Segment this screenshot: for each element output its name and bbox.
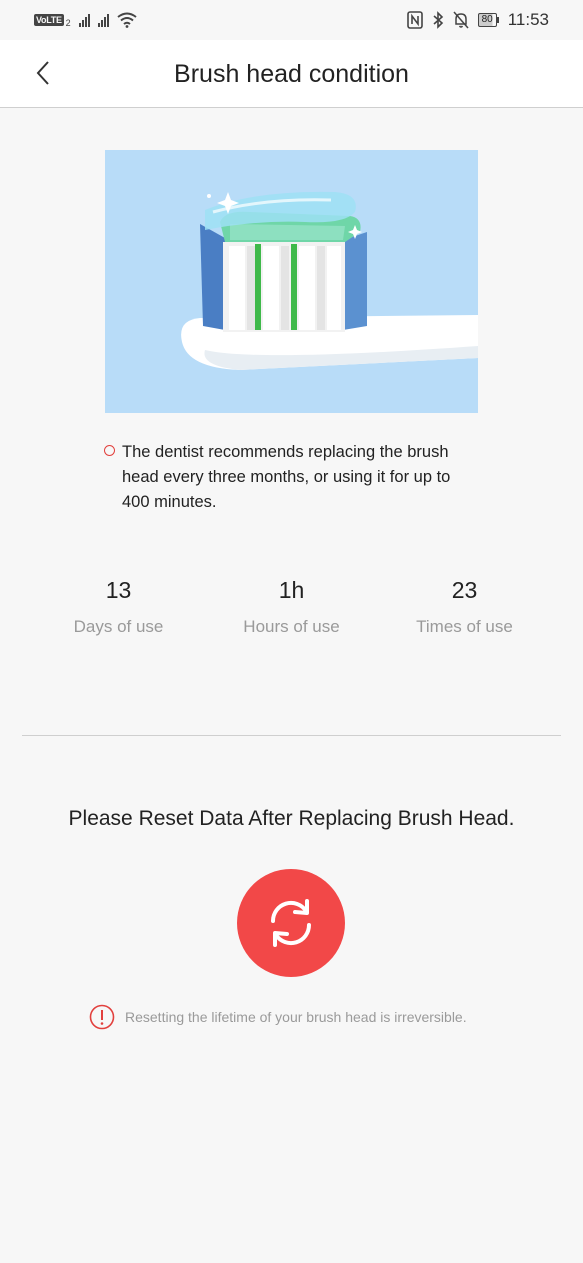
bluetooth-icon: [433, 11, 443, 29]
status-bar: VoLTE 2 80 11:53: [0, 0, 583, 40]
warning-text: Resetting the lifetime of your brush hea…: [125, 1009, 467, 1025]
reset-button[interactable]: [237, 869, 345, 977]
stat-days-label: Days of use: [73, 617, 164, 636]
reset-instruction: Please Reset Data After Replacing Brush …: [68, 807, 515, 830]
wifi-icon: [117, 12, 137, 28]
header: Brush head condition: [0, 40, 583, 108]
status-right: 80 11:53: [406, 8, 549, 32]
reset-warning: Resetting the lifetime of your brush hea…: [89, 1004, 467, 1030]
stat-days-value: 13: [105, 577, 132, 603]
refresh-icon: [270, 899, 312, 947]
page-title: Brush head condition: [174, 60, 409, 88]
signal-icon-2: [97, 13, 109, 27]
alert-icon: [89, 1004, 115, 1030]
battery-level: 80: [477, 13, 497, 27]
usage-stats: 13 Days of use 1h Hours of use 23 Times …: [32, 575, 551, 655]
circle-icon: [104, 445, 115, 456]
clock: 11:53: [507, 10, 549, 29]
stat-times-value: 23: [451, 577, 478, 603]
sim-number: 2: [65, 18, 71, 28]
note-text: The dentist recommends replacing the bru…: [122, 443, 451, 511]
volte-badge: VoLTE: [34, 14, 64, 26]
nfc-icon: [406, 11, 423, 29]
stat-hours: 1h Hours of use: [205, 575, 378, 655]
stat-hours-value: 1h: [278, 577, 305, 603]
stat-days: 13 Days of use: [32, 575, 205, 655]
signal-icon: [78, 13, 90, 27]
stat-hours-label: Hours of use: [243, 617, 340, 636]
battery-icon: 80: [477, 13, 499, 27]
bell-muted-icon: [453, 11, 469, 29]
divider: [22, 735, 561, 736]
stat-times: 23 Times of use: [378, 575, 551, 655]
status-left: VoLTE 2: [34, 10, 137, 30]
stat-times-label: Times of use: [416, 617, 513, 636]
brush-head-illustration: [105, 150, 478, 413]
